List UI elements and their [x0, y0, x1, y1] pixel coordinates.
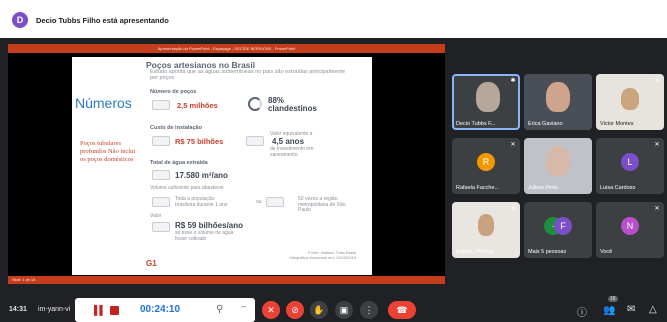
participant-avatar: F [554, 217, 572, 235]
install-label: Custo de instalação [150, 125, 202, 131]
money-icon [152, 136, 170, 146]
time-note-2: de investimento em saneamento [270, 146, 314, 158]
participant-video [546, 146, 570, 176]
minimize-icon[interactable]: – [241, 301, 246, 311]
participant-video [621, 88, 639, 110]
city-icon [266, 197, 284, 207]
self-tile[interactable]: N ✕ Você [596, 202, 664, 258]
clandestine-label: clandestinos [268, 104, 317, 113]
more-options-button[interactable]: ⋮ [360, 301, 378, 319]
slide-numeros: Números [75, 95, 132, 111]
pause-button[interactable]: ▌▌ [94, 305, 106, 315]
coins-icon [152, 222, 170, 232]
supply-label: Volume suficiente para abastecer [150, 185, 224, 191]
participant-count-badge: 16 [608, 296, 618, 302]
participant-name: Karina - Petróp... [456, 249, 498, 255]
stop-button[interactable] [110, 306, 119, 315]
video-off-button[interactable]: ⊘ [286, 301, 304, 319]
supply-note: Toda a população brasileira durante 1 an… [175, 196, 228, 208]
raise-hand-button[interactable]: ✋ [310, 301, 328, 319]
mic-off-icon: ✕ [654, 206, 660, 212]
participant-avatar: L [621, 153, 639, 171]
participant-tile[interactable]: L ✕ Luisa Cardoso [596, 138, 664, 194]
extracted-value: 17.580 m³/ano [175, 171, 228, 180]
participant-name: Julieta Pinto [528, 185, 558, 191]
participant-video [478, 214, 494, 236]
well-icon [152, 100, 170, 110]
presenter-text: Decio Tubbs Filho está apresentando [36, 15, 169, 25]
participant-avatar: R [477, 153, 495, 171]
mic-off-icon: ✕ [510, 142, 516, 148]
participant-name: Rafaela Facche... [456, 185, 500, 191]
supply-note-2: 50 vezes a região metropolitana de São P… [298, 196, 346, 213]
recording-timer: 00:24:10 [140, 304, 181, 315]
water-icon [152, 170, 170, 180]
value-note: se esse o volume de água fosse cobrado [175, 230, 234, 242]
presenter-banner: D Decio Tubbs Filho está apresentando [12, 12, 169, 28]
slide-footer: Fonte: Instituto Trata Brasil Infográfic… [286, 250, 357, 260]
participant-name: Decio Tubbs F... [456, 121, 496, 127]
value-label: Valor [150, 213, 162, 219]
link-icon[interactable]: ⚲ [216, 304, 223, 315]
more-participants-label: Mais 5 pessoas [528, 249, 567, 255]
participant-tile[interactable]: Erica Gaviano [524, 74, 592, 130]
self-name: Você [600, 249, 613, 255]
or-text: ou [256, 199, 262, 205]
participant-name: Luisa Cardoso [600, 185, 636, 191]
ppt-status-bar: Slide 1 de 18 [8, 276, 445, 284]
present-button[interactable]: ▣ [335, 301, 353, 319]
participant-name: Erica Gaviano [528, 121, 563, 127]
participant-tile[interactable]: Julieta Pinto [524, 138, 592, 194]
slide-subtitle: Estudo aponta que as águas subterrâneas … [150, 69, 346, 81]
participant-tile[interactable]: R ✕ Rafaela Facche... [452, 138, 520, 194]
chat-icon[interactable]: ✉ [627, 304, 635, 315]
value-big: R$ 59 bilhões/ano [175, 221, 244, 230]
wells-label: Número de poços [150, 89, 197, 95]
mic-off-icon: ✕ [654, 142, 660, 148]
slide [72, 57, 372, 275]
meeting-code: im-yann-vi [38, 306, 71, 313]
calendar-icon [246, 136, 264, 146]
presenter-avatar: D [12, 12, 28, 28]
clock: 14:31 [9, 306, 27, 313]
install-value: R$ 75 bilhões [175, 137, 224, 146]
end-call-button[interactable]: ☎ [388, 301, 416, 319]
mic-off-icon: ✕ [510, 206, 516, 212]
participant-tile[interactable]: ✕ Victor Montes [596, 74, 664, 130]
participant-tile[interactable]: ✕ Karina - Petróp... [452, 202, 520, 258]
activities-icon[interactable]: △ [649, 304, 657, 315]
self-avatar: N [621, 217, 639, 235]
mic-off-button[interactable]: ✕ [262, 301, 280, 319]
ppt-window-title: Apresentação do PowerPoint - Espaçage - … [8, 44, 445, 53]
time-value: 4,5 anos [272, 137, 305, 146]
participant-name: Victor Montes [600, 121, 634, 127]
info-icon[interactable]: ⓘ [577, 304, 587, 319]
people-icon[interactable]: 👥 [603, 305, 615, 316]
wells-value: 2,5 milhões [177, 101, 218, 110]
g1-logo: G1 [146, 259, 157, 268]
participant-video [476, 82, 500, 112]
mic-off-icon: ✕ [654, 78, 660, 84]
participant-video [546, 82, 570, 112]
extracted-label: Total de água extraída [150, 160, 208, 166]
footer-date: Infográfico elaborado em: 12/03/2019 [289, 255, 357, 260]
donut-icon [248, 97, 262, 111]
slide-side-note: Poços tubulares profundos Não inclui os … [80, 140, 136, 163]
more-participants-tile[interactable]: · F Mais 5 pessoas [524, 202, 592, 258]
people-icon [152, 197, 170, 207]
participant-tile[interactable]: ✱ Decio Tubbs F... [452, 74, 520, 130]
mic-icon: ✱ [510, 78, 516, 84]
